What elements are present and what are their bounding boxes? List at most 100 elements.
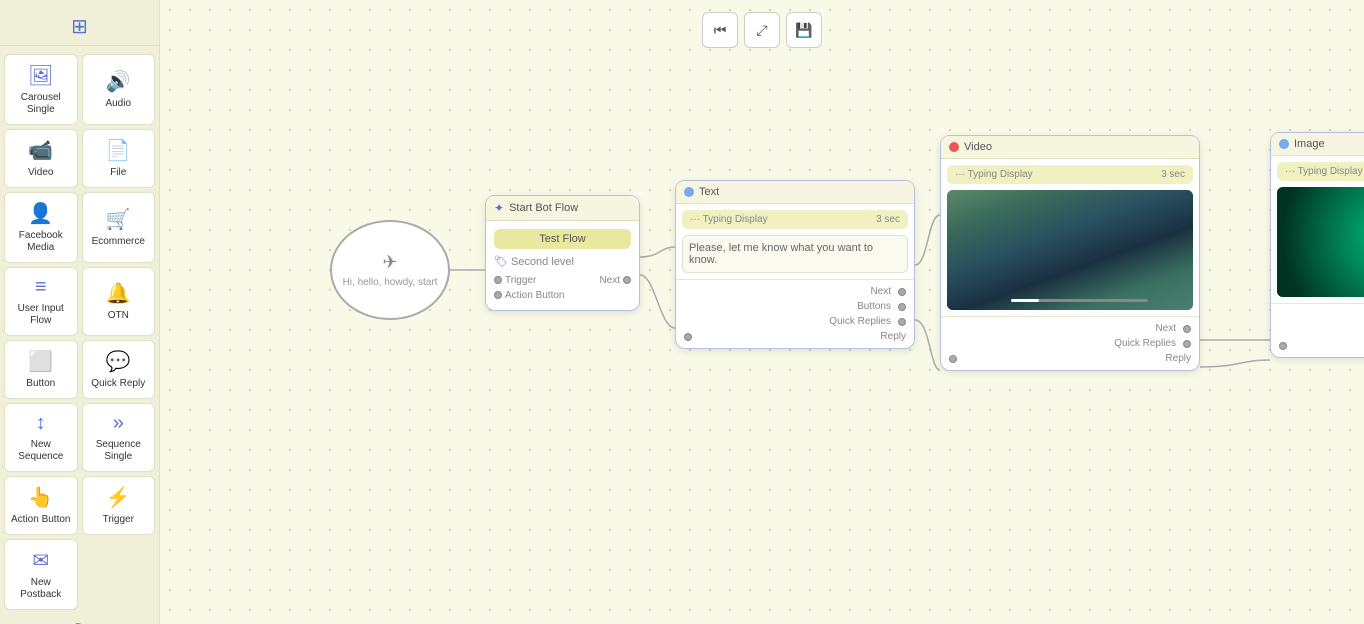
sidebar-item-label: Video (28, 167, 53, 179)
ecommerce-icon: 🛒 (106, 207, 131, 232)
action-button-row: Action Button (494, 289, 631, 302)
video-progress-fill (1011, 299, 1038, 302)
text-node[interactable]: Text ··· Typing Display 3 sec Please, le… (675, 180, 915, 349)
video-typing-display: ··· Typing Display (955, 169, 1033, 180)
image-reply-row: Reply (1279, 338, 1364, 353)
video-node-header: Video (941, 136, 1199, 159)
image-node-header: Image (1271, 133, 1364, 156)
button-icon: ⬜ (28, 349, 53, 374)
typing-sec: 3 sec (876, 214, 900, 225)
video-typing-sec: 3 sec (1161, 169, 1185, 180)
typing-bar: ··· Typing Display 3 sec (682, 210, 908, 229)
image-reply-connector (1279, 342, 1287, 350)
sidebar-item-audio[interactable]: 🔊 Audio (82, 54, 156, 125)
sidebar-item-label: Facebook Media (9, 230, 73, 254)
sidebar-bottom: 🔥 (54, 614, 105, 624)
video-qr-connector (1183, 340, 1191, 348)
next-row: Next (684, 284, 906, 299)
image-typing-display: ··· Typing Display (1285, 166, 1363, 177)
video-node[interactable]: Video ··· Typing Display 3 sec ▶ 0:00 / … (940, 135, 1200, 371)
sidebar-item-label: New Postback (9, 577, 73, 601)
user-input-flow-icon: ≡ (35, 276, 47, 299)
reset-button[interactable]: ⏮ (702, 12, 738, 48)
sequence-single-icon: » (113, 412, 124, 435)
bot-flow-node-header: ✦ Start Bot Flow (486, 196, 639, 221)
sidebar-item-file[interactable]: 📄 File (82, 129, 156, 188)
video-next-label: Next (1155, 323, 1176, 334)
sidebar-item-label: Ecommerce (92, 236, 145, 248)
new-sequence-icon: ↕ (36, 412, 46, 435)
video-icon: 📹 (28, 138, 53, 163)
video-type-dot (949, 142, 959, 152)
video-reply-connector (949, 355, 957, 363)
sidebar-item-trigger[interactable]: ⚡ Trigger (82, 476, 156, 535)
bot-flow-node[interactable]: ✦ Start Bot Flow Test Flow 🏷 Second leve… (485, 195, 640, 311)
quick-replies-label: Quick Replies (829, 316, 891, 327)
typing-display: ··· Typing Display (690, 214, 768, 225)
sidebar-top-icon[interactable]: ⊞ (0, 8, 159, 46)
sidebar-item-action-button[interactable]: 👆 Action Button (4, 476, 78, 535)
buttons-row: Buttons (684, 299, 906, 314)
buttons-connector (898, 303, 906, 311)
save-button[interactable]: 💾 (786, 12, 822, 48)
start-node-text: Hi, hello, howdy, start (343, 277, 438, 288)
sidebar-item-new-sequence[interactable]: ↕ New Sequence (4, 403, 78, 472)
quick-reply-icon: 💬 (106, 349, 131, 374)
video-next-connector (1183, 325, 1191, 333)
sidebar-item-quick-reply[interactable]: 💬 Quick Reply (82, 340, 156, 399)
sidebar-grid: 🖼 Carousel Single 🔊 Audio 📹 Video 📄 File… (0, 50, 159, 614)
sidebar-item-carousel-single[interactable]: 🖼 Carousel Single (4, 54, 78, 125)
text-node-header: Text (676, 181, 914, 204)
bot-flow-body: Test Flow 🏷 Second level Trigger Next Ac… (486, 221, 639, 310)
sidebar-item-user-input-flow[interactable]: ≡ User Input Flow (4, 267, 78, 336)
sidebar: ⊞ 🖼 Carousel Single 🔊 Audio 📹 Video 📄 Fi… (0, 0, 160, 624)
image-type-dot (1279, 139, 1289, 149)
text-node-title: Text (699, 186, 719, 198)
sidebar-item-label: Quick Reply (91, 378, 145, 390)
file-icon: 📄 (106, 138, 131, 163)
image-quick-replies-row: Quick Replies (1279, 323, 1364, 338)
sidebar-item-new-postback[interactable]: ✉ New Postback (4, 539, 78, 610)
text-type-dot (684, 187, 694, 197)
quick-replies-connector (898, 318, 906, 326)
buttons-label: Buttons (857, 301, 891, 312)
reply-row: Reply (684, 329, 906, 344)
sidebar-item-label: User Input Flow (9, 303, 73, 327)
video-thumbnail: ▶ 0:00 / 0:21 🔊 ⛶ ⋮ (947, 190, 1193, 310)
trigger-row: Trigger Next (494, 274, 631, 287)
sidebar-item-facebook-media[interactable]: 👤 Facebook Media (4, 192, 78, 263)
sidebar-item-otn[interactable]: 🔔 OTN (82, 267, 156, 336)
sidebar-item-video[interactable]: 📹 Video (4, 129, 78, 188)
image-thumbnail: ● (1277, 187, 1364, 297)
fit-button[interactable]: ⤢ (744, 12, 780, 48)
image-node[interactable]: Image ··· Typing Display 3 sec ● Next Qu… (1270, 132, 1364, 358)
video-progress-bar (1011, 299, 1148, 302)
canvas: ⏮ ⤢ 💾 ✈ Hi, hello, howdy, start ✦ Start … (160, 0, 1364, 624)
sidebar-item-sequence-single[interactable]: » Sequence Single (82, 403, 156, 472)
text-footer: Next Buttons Quick Replies Reply (676, 279, 914, 348)
new-postback-icon: ✉ (32, 548, 49, 573)
action-button-icon: 👆 (28, 485, 53, 510)
sidebar-item-button[interactable]: ⬜ Button (4, 340, 78, 399)
reply-connector-left (684, 333, 692, 341)
video-footer: Next Quick Replies Reply (941, 316, 1199, 370)
start-node[interactable]: ✈ Hi, hello, howdy, start (330, 220, 450, 320)
text-content: Please, let me know what you want to kno… (682, 235, 908, 273)
sidebar-item-label: Carousel Single (9, 92, 73, 116)
image-next-row: Next (1279, 308, 1364, 323)
facebook-media-icon: 👤 (28, 201, 53, 226)
reply-label: Reply (880, 331, 906, 342)
video-next-row: Next (949, 321, 1191, 336)
video-node-title: Video (964, 141, 992, 153)
otn-icon: 🔔 (106, 281, 131, 306)
next-connector (898, 288, 906, 296)
sidebar-item-label: File (110, 167, 126, 179)
sidebar-item-label: Audio (105, 98, 131, 110)
video-reply-row: Reply (949, 351, 1191, 366)
video-quick-replies-row: Quick Replies (949, 336, 1191, 351)
image-node-title: Image (1294, 138, 1325, 150)
sidebar-item-label: New Sequence (9, 439, 73, 463)
flow-name-badge: Test Flow (494, 229, 631, 249)
toolbar: ⏮ ⤢ 💾 (702, 12, 822, 48)
sidebar-item-ecommerce[interactable]: 🛒 Ecommerce (82, 192, 156, 263)
